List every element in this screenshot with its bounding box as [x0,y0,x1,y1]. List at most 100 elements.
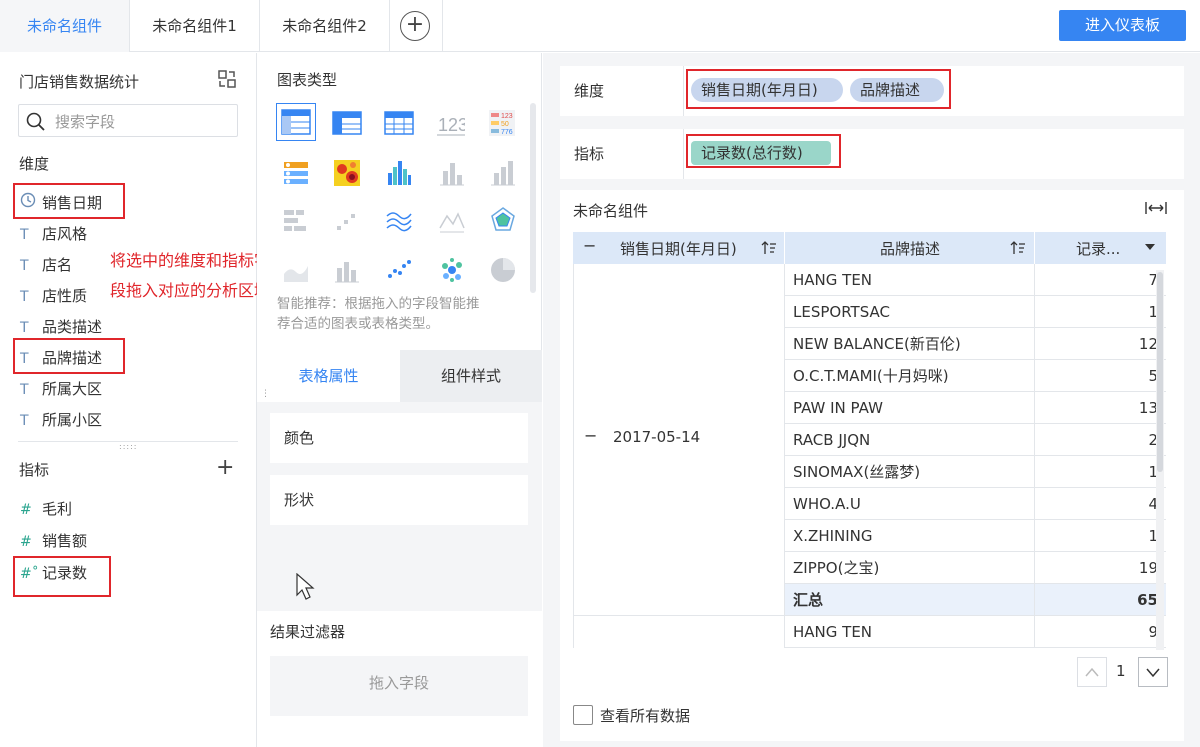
chart-type-heading: 图表类型 [277,71,338,89]
prev-page-button[interactable] [1077,657,1107,687]
metric-drop-zone[interactable]: 指标 记录数(总行数) [560,129,1184,179]
scatter-step-icon[interactable] [333,206,361,234]
switch-dataset-icon[interactable] [217,69,237,89]
analysis-area: 维度 销售日期(年月日) 品牌描述 指标 记录数(总行数) 未命名组件 − 销售… [543,53,1200,747]
tab-component-1[interactable]: 未命名组件1 [130,0,260,52]
text-type-icon: T [20,258,29,274]
table-row[interactable]: PAW IN PAW 13 [573,392,1166,424]
mouse-cursor-icon [296,573,315,600]
field-category[interactable]: T 品类描述 [20,315,102,339]
count-cell: 1 [1035,456,1166,488]
brand-cell: O.C.T.MAMI(十月妈咪) [785,360,1035,392]
field-label: 销售额 [42,532,88,550]
fit-width-icon[interactable] [1145,201,1167,215]
header-count-cell[interactable]: 记录... [1035,232,1166,264]
tab-table-properties[interactable]: 表格属性 [257,350,400,402]
combo-bar-icon[interactable] [333,256,361,284]
brand-cell: ZIPPO(之宝) [785,552,1035,584]
field-subregion[interactable]: T 所属小区 [20,408,102,432]
chevron-up-icon [1085,667,1099,677]
color-property[interactable]: 颜色 [270,413,528,463]
recommendation-line: 荐合适的图表或表格类型。 [277,316,439,332]
stacked-bar-icon[interactable] [489,159,517,187]
tab-component-style[interactable]: 组件样式 [400,350,542,402]
panel-drag-handle[interactable]: ⋮ [261,390,270,399]
text-type-icon: T [20,227,29,243]
recommendation-line: 智能推荐：根据拖入的字段智能推 [277,296,480,312]
search-input[interactable]: 搜索字段 [18,104,238,137]
horizontal-bar-icon[interactable] [282,206,310,234]
sort-icon[interactable] [761,241,777,255]
field-region[interactable]: T 所属大区 [20,377,102,401]
legend-chart-icon[interactable] [282,159,310,187]
header-brand-cell[interactable]: 品牌描述 [785,232,1035,264]
dropdown-arrow-icon[interactable] [1145,244,1155,252]
table-row[interactable]: RACB JJQN 2 [573,424,1166,456]
pie-chart-icon[interactable] [489,256,517,284]
color-label: 颜色 [284,429,315,447]
table-row[interactable]: HANG TEN 7 [573,264,1166,296]
area-chart-icon[interactable] [282,256,310,284]
add-tab-button[interactable]: + [400,11,430,41]
svg-text:50: 50 [501,121,509,128]
field-label: 店性质 [42,287,88,305]
add-metric-icon[interactable]: + [216,455,234,480]
kpi-card-icon[interactable]: 12350776 [488,109,516,137]
table-row[interactable]: SINOMAX(丝露梦) 1 [573,456,1166,488]
svg-text:123: 123 [501,113,513,120]
grouped-bar-icon[interactable] [385,159,413,187]
bubble-cluster-icon[interactable] [438,256,466,284]
data-table: − 销售日期(年月日) 品牌描述 记录... − 2017-05-14 HANG… [573,232,1166,648]
chart-list-scrollbar[interactable] [530,103,536,293]
scatter-plot-icon[interactable] [385,256,413,284]
count-cell: 12 [1035,328,1166,360]
divider [683,129,684,179]
header-date-cell[interactable]: − 销售日期(年月日) [573,232,785,264]
table-row[interactable]: NEW BALANCE(新百伦) 12 [573,328,1166,360]
view-all-checkbox[interactable] [573,705,593,725]
next-page-button[interactable] [1138,657,1168,687]
enter-dashboard-button[interactable]: 进入仪表板 [1059,10,1186,41]
table-row[interactable]: LESPORTSAC 1 [573,296,1166,328]
shape-property[interactable]: 形状 [270,475,528,525]
resize-handle[interactable]: ::::: [119,443,137,451]
chart-settings-panel: 图表类型 123 123 50 776 智能推荐：根据拖入的字段智能推 荐合适的图表… [257,53,542,747]
bar-chart-icon[interactable] [438,159,466,187]
heatmap-icon[interactable] [333,159,361,187]
shape-label: 形状 [284,491,315,509]
table-row[interactable]: WHO.A.U 4 [573,488,1166,520]
table-scrollbar-track[interactable] [1156,270,1164,650]
field-label: 毛利 [42,500,73,518]
search-icon [26,112,45,131]
filter-drop-zone[interactable]: 拖入字段 [270,656,528,716]
cross-table-icon[interactable] [332,111,362,135]
highlight-box [686,69,951,109]
table-scrollbar-thumb[interactable] [1157,272,1163,472]
tab-component-2[interactable]: 未命名组件2 [260,0,390,52]
table-row[interactable]: ZIPPO(之宝) 19 [573,552,1166,584]
table-row[interactable]: HANG TEN 9 [573,616,1166,648]
detail-table-icon[interactable] [384,111,414,135]
number-chart-icon[interactable]: 123 [437,109,465,137]
field-store-name[interactable]: T 店名 [20,253,72,277]
table-row[interactable]: O.C.T.MAMI(十月妈咪) 5 [573,360,1166,392]
field-label: 所属大区 [42,380,103,398]
multi-line-icon[interactable] [385,206,413,234]
table-row[interactable]: X.ZHINING 1 [573,520,1166,552]
text-type-icon: T [20,382,29,398]
property-tabs: 表格属性 组件样式 [257,350,542,402]
field-store-style[interactable]: T 店风格 [20,222,87,246]
tab-component[interactable]: 未命名组件 [0,0,130,52]
subtotal-value: 65 [1035,584,1166,616]
highlight-box [13,338,125,374]
field-sales-amount[interactable]: # 销售额 [20,529,87,553]
count-cell: 7 [1035,264,1166,296]
field-gross-profit[interactable]: # 毛利 [20,497,72,521]
sort-icon[interactable] [1010,241,1026,255]
field-store-nature[interactable]: T 店性质 [20,284,87,308]
grouped-table-icon[interactable] [281,109,311,135]
svg-text:123: 123 [438,115,465,135]
collapse-all-icon[interactable]: − [583,236,596,255]
radar-chart-icon[interactable] [489,206,517,234]
line-chart-icon[interactable] [438,206,466,234]
